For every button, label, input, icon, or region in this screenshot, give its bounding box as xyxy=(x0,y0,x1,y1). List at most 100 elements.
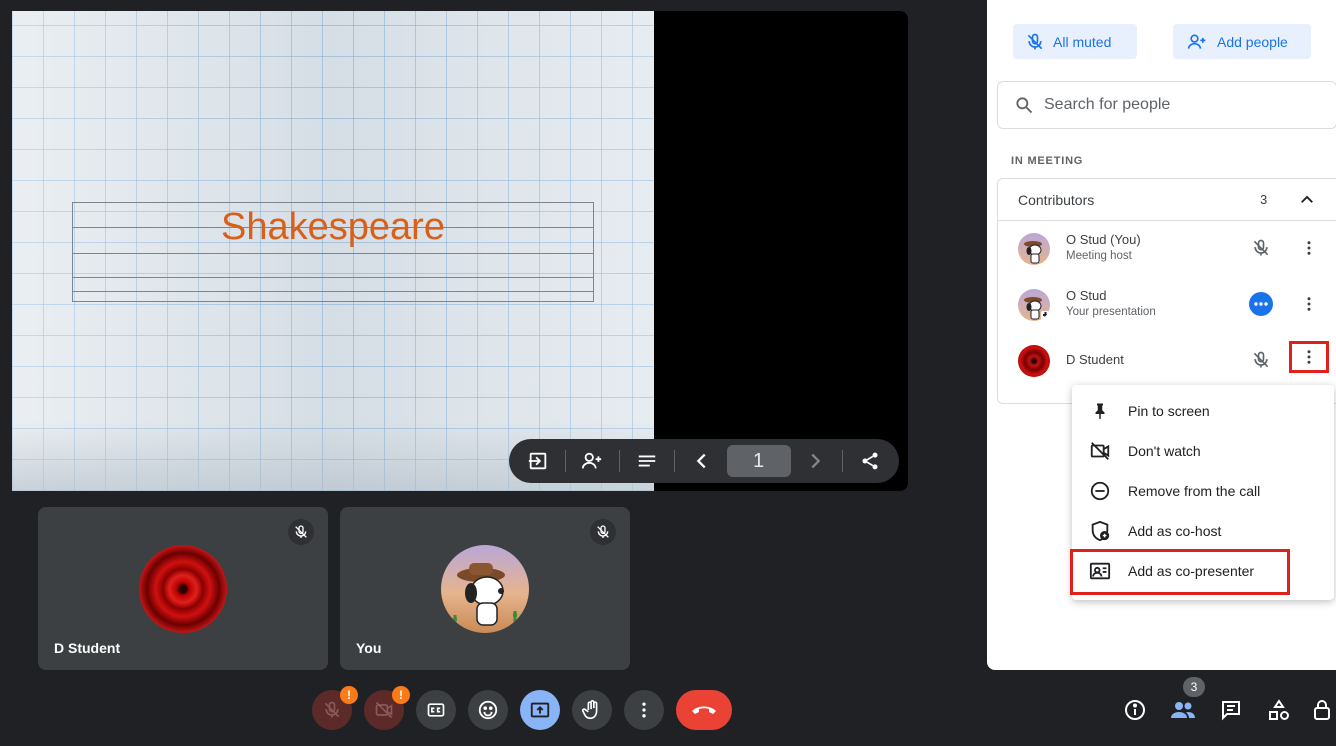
participant-more-button[interactable] xyxy=(1298,233,1320,263)
avatar xyxy=(1018,233,1050,265)
tile-name: You xyxy=(356,640,382,656)
people-button[interactable] xyxy=(1167,694,1199,726)
camera-button[interactable]: ! xyxy=(364,686,410,730)
slide: Shakespeare xyxy=(12,11,654,491)
notes-button[interactable] xyxy=(628,443,666,479)
more-vert-icon xyxy=(1307,350,1311,364)
mic-off-icon xyxy=(597,525,609,538)
contributors-count: 3 xyxy=(1260,192,1268,207)
call-end-icon xyxy=(692,706,716,714)
mic-off-icon xyxy=(324,701,340,718)
lock-person-icon xyxy=(1314,700,1330,720)
menu-item-add-copresenter[interactable]: Add as co-presenter xyxy=(1070,549,1334,595)
menu-item-dont-watch[interactable]: Don't watch xyxy=(1072,431,1334,471)
host-controls-button[interactable] xyxy=(1311,694,1336,726)
tile-name: D Student xyxy=(54,640,121,656)
slide-title: Shakespeare xyxy=(221,206,445,248)
presentation-options-button[interactable] xyxy=(1248,291,1274,317)
mic-off-icon xyxy=(1253,239,1269,256)
menu-item-label: Add as co-presenter xyxy=(1128,563,1255,579)
participant-row: D Student xyxy=(998,335,1336,391)
remove-circle-icon xyxy=(1088,479,1112,503)
participant-context-menu: Pin to screen Don't watch Remove from th… xyxy=(1070,385,1334,600)
contributors-header[interactable]: Contributors 3 xyxy=(998,179,1336,221)
menu-item-remove[interactable]: Remove from the call xyxy=(1072,471,1334,511)
participant-mic-button[interactable] xyxy=(1248,235,1274,261)
avatar xyxy=(1018,345,1050,377)
raise-hand-button[interactable] xyxy=(572,690,612,730)
chevron-left-icon xyxy=(696,453,706,469)
menu-item-label: Add as co-host xyxy=(1128,523,1222,539)
add-people-label: Add people xyxy=(1217,33,1288,50)
avatar xyxy=(139,545,227,633)
participant-name: O Stud (You) xyxy=(1066,232,1141,247)
presenter-icon xyxy=(1088,559,1112,583)
search-input[interactable] xyxy=(1044,96,1324,114)
warning-badge: ! xyxy=(340,686,358,704)
leave-call-button[interactable] xyxy=(676,690,732,730)
participant-name: D Student xyxy=(1066,352,1124,367)
search-box xyxy=(997,81,1336,129)
chevron-right-icon xyxy=(811,453,821,469)
page-number[interactable]: 1 xyxy=(726,445,791,477)
participant-tile-you[interactable]: You xyxy=(340,507,630,670)
participant-more-button[interactable] xyxy=(1298,289,1320,319)
captions-button[interactable] xyxy=(416,690,456,730)
share-icon xyxy=(862,452,878,470)
share-button[interactable] xyxy=(851,443,889,479)
emoji-icon xyxy=(478,700,498,720)
menu-item-add-cohost[interactable]: Add as co-host xyxy=(1072,511,1334,551)
next-slide-button[interactable] xyxy=(797,443,835,479)
presentation-toolbar: 1 xyxy=(509,439,899,483)
more-vert-icon xyxy=(1307,241,1311,255)
participant-row: O Stud Your presentation xyxy=(998,279,1336,335)
closed-captions-icon xyxy=(427,703,445,717)
previous-slide-button[interactable] xyxy=(683,443,721,479)
menu-item-label: Pin to screen xyxy=(1128,403,1210,419)
pin-icon xyxy=(1088,399,1112,423)
warning-badge: ! xyxy=(392,686,410,704)
more-horiz-icon xyxy=(1249,292,1273,316)
activities-button[interactable] xyxy=(1263,694,1295,726)
video-off-icon xyxy=(375,701,393,719)
info-icon xyxy=(1125,700,1145,720)
reactions-button[interactable] xyxy=(468,690,508,730)
more-vert-icon xyxy=(642,702,646,718)
person-add-icon xyxy=(1187,34,1206,49)
hand-icon xyxy=(582,700,598,720)
meeting-details-button[interactable] xyxy=(1119,694,1151,726)
chevron-up-icon xyxy=(1301,195,1313,203)
mic-off-icon xyxy=(295,525,307,538)
microphone-button[interactable]: ! xyxy=(312,686,358,730)
video-off-icon xyxy=(1088,439,1112,463)
person-add-icon xyxy=(582,452,602,469)
exit-presentation-button[interactable] xyxy=(519,443,557,479)
add-people-button[interactable]: Add people xyxy=(1173,24,1311,59)
chat-button[interactable] xyxy=(1215,694,1247,726)
people-count-badge: 3 xyxy=(1183,677,1205,697)
section-label: IN MEETING xyxy=(1011,155,1084,167)
participant-name: O Stud xyxy=(1066,288,1107,303)
search-icon xyxy=(1016,97,1033,114)
menu-item-label: Remove from the call xyxy=(1128,483,1261,499)
shapes-icon xyxy=(1269,699,1289,720)
present-now-button[interactable] xyxy=(520,690,560,730)
chat-icon xyxy=(1222,701,1240,721)
tile-mic-off xyxy=(590,519,616,545)
people-icon xyxy=(1171,702,1195,718)
participant-tile-d-student[interactable]: D Student xyxy=(38,507,328,670)
notes-icon xyxy=(638,455,656,467)
participant-row: O Stud (You) Meeting host xyxy=(998,223,1336,279)
mic-off-icon xyxy=(1253,351,1269,368)
mute-all-button[interactable]: All muted xyxy=(1013,24,1137,59)
participant-role: Meeting host xyxy=(1066,250,1132,262)
exit-icon xyxy=(528,452,547,470)
more-options-button[interactable] xyxy=(624,690,664,730)
add-person-button[interactable] xyxy=(574,443,612,479)
participant-more-button[interactable] xyxy=(1289,341,1329,373)
menu-item-pin[interactable]: Pin to screen xyxy=(1072,391,1334,431)
shield-add-icon xyxy=(1088,519,1112,543)
presentation-stage: Shakespeare 1 xyxy=(12,11,908,491)
participant-mic-button[interactable] xyxy=(1248,347,1274,373)
contributors-label: Contributors xyxy=(1018,191,1095,208)
